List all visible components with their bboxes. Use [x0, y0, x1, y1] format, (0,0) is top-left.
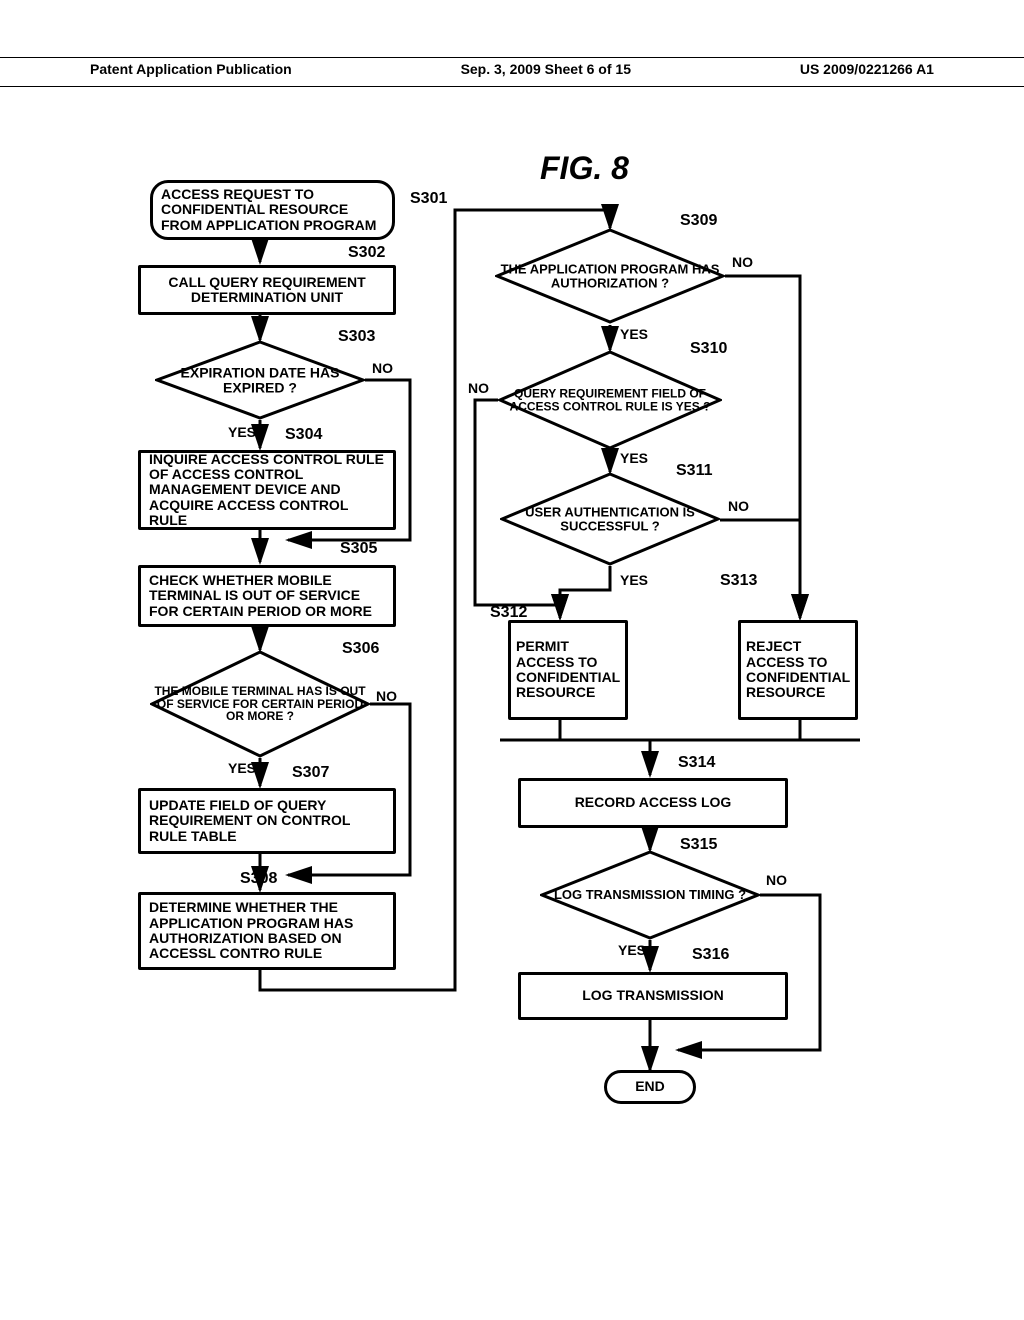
step-label-s310: S310 [690, 340, 727, 358]
decision-s303-text: EXPIRATION DATE HAS EXPIRED ? [155, 365, 365, 394]
decision-s309: THE APPLICATION PROGRAM HAS AUTHORIZATIO… [495, 228, 725, 324]
yn-s311-no: NO [728, 498, 749, 514]
process-s308: DETERMINE WHETHER THE APPLICATION PROGRA… [138, 892, 396, 970]
process-s302-text: CALL QUERY REQUIREMENT DETERMINATION UNI… [149, 275, 385, 306]
decision-s311: USER AUTHENTICATION IS SUCCESSFUL ? [500, 472, 720, 566]
process-s314: RECORD ACCESS LOG [518, 778, 788, 828]
header-right: US 2009/0221266 A1 [800, 61, 934, 83]
header-left: Patent Application Publication [90, 61, 292, 83]
header-center: Sep. 3, 2009 Sheet 6 of 15 [461, 61, 631, 83]
step-label-s316: S316 [692, 946, 729, 964]
step-label-s306: S306 [342, 640, 379, 658]
step-label-s309: S309 [680, 212, 717, 230]
step-label-s313: S313 [720, 572, 757, 590]
step-label-s301: S301 [410, 190, 447, 208]
decision-s315-text: LOG TRANSMISSION TIMING ? [540, 888, 760, 902]
yn-s315-no: NO [766, 872, 787, 888]
step-label-s308: S308 [240, 870, 277, 888]
yn-s309-no: NO [732, 254, 753, 270]
yn-s303-no: NO [372, 360, 393, 376]
decision-s310: QUERY REQUIREMENT FIELD OF ACCESS CONTRO… [498, 350, 722, 450]
process-s305: CHECK WHETHER MOBILE TERMINAL IS OUT OF … [138, 565, 396, 627]
decision-s306: THE MOBILE TERMINAL HAS IS OUT OF SERVIC… [150, 650, 370, 758]
process-s305-text: CHECK WHETHER MOBILE TERMINAL IS OUT OF … [149, 573, 385, 619]
terminal-end-text: END [635, 1079, 665, 1094]
step-label-s314: S314 [678, 754, 715, 772]
decision-s315: LOG TRANSMISSION TIMING ? [540, 850, 760, 940]
step-label-s311: S311 [676, 462, 712, 480]
yn-s309-yes: YES [620, 326, 648, 342]
yn-s310-no: NO [468, 380, 489, 396]
yn-s315-yes: YES [618, 942, 646, 958]
decision-s311-text: USER AUTHENTICATION IS SUCCESSFUL ? [500, 505, 720, 532]
decision-s309-text: THE APPLICATION PROGRAM HAS AUTHORIZATIO… [495, 262, 725, 289]
step-label-s307: S307 [292, 764, 329, 782]
process-s302: CALL QUERY REQUIREMENT DETERMINATION UNI… [138, 265, 396, 315]
terminal-start-text: ACCESS REQUEST TO CONFIDENTIAL RESOURCE … [161, 187, 384, 233]
process-s312-text: PERMIT ACCESS TO CONFIDENTIAL RESOURCE [516, 639, 620, 701]
decision-s303: EXPIRATION DATE HAS EXPIRED ? [155, 340, 365, 420]
process-s316: LOG TRANSMISSION [518, 972, 788, 1020]
yn-s303-yes: YES [228, 424, 256, 440]
process-s314-text: RECORD ACCESS LOG [575, 795, 732, 810]
yn-s310-yes: YES [620, 450, 648, 466]
terminal-start: ACCESS REQUEST TO CONFIDENTIAL RESOURCE … [150, 180, 395, 240]
terminal-end: END [604, 1070, 696, 1104]
process-s304: INQUIRE ACCESS CONTROL RULE OF ACCESS CO… [138, 450, 396, 530]
process-s316-text: LOG TRANSMISSION [582, 988, 724, 1003]
patent-page-header: Patent Application Publication Sep. 3, 2… [0, 57, 1024, 87]
process-s313-text: REJECT ACCESS TO CONFIDENTIAL RESOURCE [746, 639, 850, 701]
yn-s311-yes: YES [620, 572, 648, 588]
step-label-s304: S304 [285, 426, 322, 444]
process-s304-text: INQUIRE ACCESS CONTROL RULE OF ACCESS CO… [149, 452, 385, 529]
process-s313: REJECT ACCESS TO CONFIDENTIAL RESOURCE [738, 620, 858, 720]
step-label-s302: S302 [348, 244, 385, 262]
decision-s306-text: THE MOBILE TERMINAL HAS IS OUT OF SERVIC… [150, 685, 370, 723]
process-s312: PERMIT ACCESS TO CONFIDENTIAL RESOURCE [508, 620, 628, 720]
process-s307: UPDATE FIELD OF QUERY REQUIREMENT ON CON… [138, 788, 396, 854]
step-label-s315: S315 [680, 836, 717, 854]
flowchart-canvas: ACCESS REQUEST TO CONFIDENTIAL RESOURCE … [120, 150, 900, 1250]
step-label-s303: S303 [338, 328, 375, 346]
yn-s306-yes: YES [228, 760, 256, 776]
decision-s310-text: QUERY REQUIREMENT FIELD OF ACCESS CONTRO… [498, 387, 722, 412]
yn-s306-no: NO [376, 688, 397, 704]
process-s308-text: DETERMINE WHETHER THE APPLICATION PROGRA… [149, 900, 385, 962]
process-s307-text: UPDATE FIELD OF QUERY REQUIREMENT ON CON… [149, 798, 385, 844]
step-label-s305: S305 [340, 540, 377, 558]
